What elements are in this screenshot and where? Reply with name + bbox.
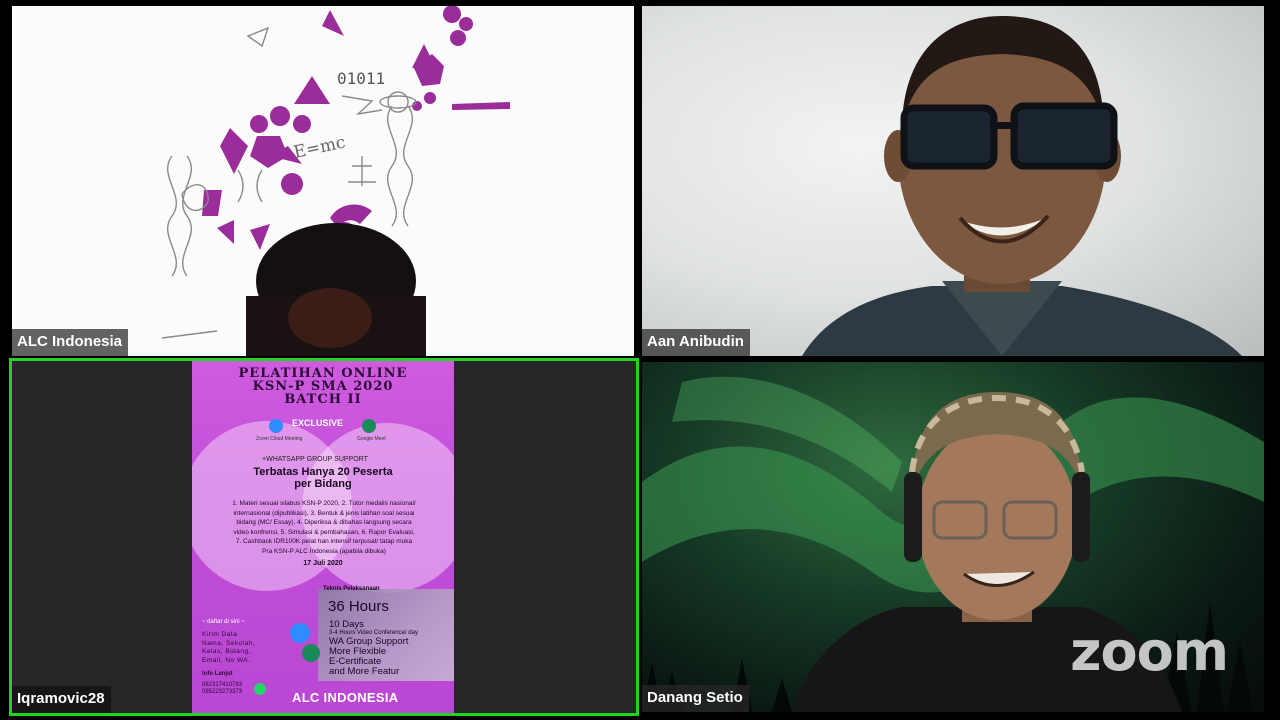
video-tile-danang-setio[interactable]: zoom Danang Setio [642,362,1264,712]
poster-title: PELATIHAN ONLINE KSN-P SMA 2020 BATCH II [238,366,408,407]
poster-teknis: Teknis Pelaksanaan [323,586,380,592]
poster-info-heading: Info Lanjut [202,671,233,677]
meet-label: Google Meet [357,436,386,442]
poster-register-instructions: Kirim Data Nama, Sekolah, Kelas, Bidang,… [202,631,256,664]
poster-date: 17 Juli 2020 [303,560,343,567]
participant-name-label: Aan Anibudin [642,329,750,356]
poster-phone-numbers: 082317410783 085223273373 [202,682,243,695]
science-illustration: 01011 E=mc [161,6,510,356]
participant-video [802,16,1242,356]
google-meet-icon [362,419,376,433]
zoom-label: Zoom Cloud Meeting [256,436,303,442]
exclusive-badge: EXCLUSIVE [292,418,344,428]
poster-headline: Terbatas Hanya 20 Peserta per Bidang [253,466,393,490]
participant-name-label: ALC Indonesia [12,329,129,356]
google-meet-icon [302,644,320,662]
participant-name-label: Danang Setio [642,685,749,712]
poster-brand: ALC INDONESIA [292,690,399,705]
poster-body: 1. Materi sesuai silabus KSN-P 2020, 2. … [232,500,416,555]
video-tile-iqramovic28-active[interactable]: PELATIHAN ONLINE KSN-P SMA 2020 BATCH II… [9,358,639,716]
svg-text:E=mc: E=mc [292,132,347,162]
poster-feature-list: 10 Days 3-4 Hours Video Conference/ day … [329,619,418,677]
zoom-app-icon [290,623,310,643]
shared-poster: PELATIHAN ONLINE KSN-P SMA 2020 BATCH II… [192,361,454,713]
video-tile-aan-anibudin[interactable]: Aan Anibudin [642,6,1264,356]
zoom-watermark-logo: zoom [1070,620,1229,683]
video-tile-alc-indonesia[interactable]: 01011 E=mc ALC Indonesia [12,6,634,356]
zoom-app-icon [269,419,283,433]
poster-hours: 36 Hours [328,598,389,615]
wa-support-line: +WHATSAPP GROUP SUPPORT [262,456,368,463]
svg-text:01011: 01011 [337,69,385,88]
poster-register-heading: ~ daftar di sini ~ [202,619,245,625]
whatsapp-icon [254,683,266,695]
participant-name-label: Iqramovic28 [12,686,111,713]
